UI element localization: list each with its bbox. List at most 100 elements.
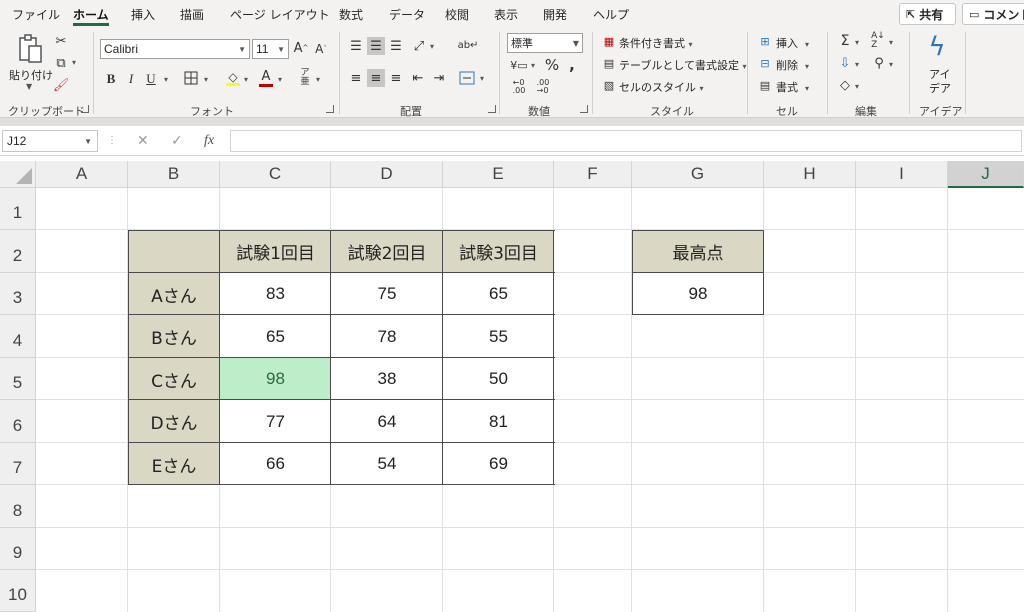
table-corner-cell[interactable] <box>128 230 220 273</box>
fill-color-dropdown-icon[interactable]: ▾ <box>244 75 248 84</box>
max-score-header[interactable]: 最高点 <box>632 230 764 273</box>
merge-center-icon[interactable] <box>458 69 476 87</box>
find-select-icon[interactable]: ⚲ <box>871 55 887 71</box>
find-dropdown-icon[interactable]: ▾ <box>889 60 893 69</box>
table-header-cell[interactable]: 試験1回目 <box>220 230 331 273</box>
table-header-cell[interactable]: 試験2回目 <box>331 230 443 273</box>
max-score-value[interactable]: 98 <box>632 273 764 315</box>
table-cell[interactable]: 65 <box>220 315 331 358</box>
formula-input[interactable] <box>230 130 1022 152</box>
table-header-cell[interactable]: 試験3回目 <box>443 230 554 273</box>
highlighted-max-cell[interactable]: 98 <box>220 358 331 400</box>
clear-icon[interactable]: ◇ <box>837 77 853 93</box>
ideas-lightning-icon[interactable]: ϟ <box>924 32 950 62</box>
merge-dropdown-icon[interactable]: ▾ <box>480 74 484 83</box>
font-grow-icon[interactable]: A ^ <box>293 39 309 57</box>
format-cells-button[interactable]: 書式 ▾ <box>776 79 809 95</box>
tab-home[interactable]: ホーム <box>73 6 109 26</box>
alignment-launcher-icon[interactable] <box>488 105 496 113</box>
paste-icon[interactable] <box>14 34 46 64</box>
increase-indent-icon[interactable]: ⇥ <box>430 69 448 87</box>
table-cell[interactable]: 78 <box>331 315 443 358</box>
table-cell[interactable]: 38 <box>331 358 443 400</box>
table-cell[interactable]: 75 <box>331 273 443 315</box>
table-row-label[interactable]: Dさん <box>128 400 220 443</box>
column-header-i[interactable]: I <box>856 161 948 188</box>
align-middle-icon[interactable]: ☰ <box>367 37 385 55</box>
font-size-select[interactable]: 11 ▼ <box>252 39 289 59</box>
insert-cells-icon[interactable]: ⊞ <box>757 33 773 49</box>
comment-button[interactable]: ▭ コメント <box>962 3 1024 25</box>
enter-icon[interactable]: ✓ <box>171 133 183 149</box>
paste-label[interactable]: 貼り付け <box>9 67 53 83</box>
paste-dropdown-icon[interactable]: ▼ <box>26 82 32 91</box>
tab-developer[interactable]: 開発 <box>543 6 567 23</box>
tab-help[interactable]: ヘルプ <box>593 6 629 23</box>
format-cells-icon[interactable]: ▤ <box>757 77 773 93</box>
sort-filter-icon[interactable]: A↓ Z <box>869 32 887 50</box>
column-header-h[interactable]: H <box>764 161 856 188</box>
row-header-5[interactable]: 5 <box>0 358 36 400</box>
fill-dropdown-icon[interactable]: ▾ <box>855 60 859 69</box>
tab-formulas[interactable]: 数式 <box>339 6 363 23</box>
underline-icon[interactable]: U <box>144 70 158 86</box>
tab-draw[interactable]: 描画 <box>180 6 204 23</box>
autosum-dropdown-icon[interactable]: ▾ <box>855 38 859 47</box>
currency-icon[interactable]: ¥▭ <box>509 56 529 74</box>
copy-icon[interactable]: ⧉ <box>52 55 70 71</box>
delete-cells-icon[interactable]: ⊟ <box>757 55 773 71</box>
decrease-indent-icon[interactable]: ⇤ <box>409 69 427 87</box>
spreadsheet-grid[interactable]: A B C D E F G H I J 1 2 3 4 5 6 7 8 9 10… <box>0 161 1024 612</box>
tab-view[interactable]: 表示 <box>494 6 518 23</box>
row-header-7[interactable]: 7 <box>0 443 36 485</box>
tab-review[interactable]: 校閲 <box>445 6 469 23</box>
percent-icon[interactable]: % <box>543 56 561 74</box>
tab-insert[interactable]: 挿入 <box>131 6 155 23</box>
column-header-d[interactable]: D <box>331 161 443 188</box>
cancel-icon[interactable]: ✕ <box>137 133 149 149</box>
conditional-format-button[interactable]: 条件付き書式 ▾ <box>619 35 693 51</box>
fill-color-icon[interactable]: ◇ <box>224 68 242 88</box>
table-row-label[interactable]: Aさん <box>128 273 220 315</box>
insert-function-icon[interactable]: fx <box>204 133 214 149</box>
number-format-select[interactable]: 標準 ▼ <box>507 33 583 53</box>
cut-icon[interactable]: ✂ <box>54 34 68 48</box>
table-cell[interactable]: 50 <box>443 358 554 400</box>
align-right-icon[interactable]: ≡ <box>387 69 405 87</box>
table-cell[interactable]: 83 <box>220 273 331 315</box>
table-row-label[interactable]: Bさん <box>128 315 220 358</box>
insert-cells-button[interactable]: 挿入 ▾ <box>776 35 809 51</box>
wrap-text-icon[interactable]: ab↵ <box>458 37 479 55</box>
row-header-3[interactable]: 3 <box>0 273 36 315</box>
phonetic-dropdown-icon[interactable]: ▾ <box>316 75 320 84</box>
tab-page-layout[interactable]: ページ レイアウト <box>230 6 330 23</box>
column-header-j[interactable]: J <box>948 161 1024 188</box>
orientation-icon[interactable]: ⤢ <box>410 37 428 55</box>
column-header-b[interactable]: B <box>128 161 220 188</box>
table-cell[interactable]: 81 <box>443 400 554 443</box>
font-launcher-icon[interactable] <box>326 105 334 113</box>
copy-dropdown-icon[interactable]: ▾ <box>72 58 76 67</box>
format-as-table-button[interactable]: テーブルとして書式設定 ▾ <box>619 57 747 73</box>
italic-icon[interactable]: I <box>124 70 138 86</box>
table-cell[interactable]: 69 <box>443 443 554 485</box>
clear-dropdown-icon[interactable]: ▾ <box>855 82 859 91</box>
orientation-dropdown-icon[interactable]: ▾ <box>430 42 434 51</box>
align-left-icon[interactable]: ≡ <box>347 69 365 87</box>
autosum-icon[interactable]: Σ <box>837 33 853 49</box>
comma-style-icon[interactable]: , <box>565 56 579 74</box>
format-painter-icon[interactable]: 🖌 <box>52 77 70 93</box>
table-row-label[interactable]: Eさん <box>128 443 220 485</box>
decrease-decimal-icon[interactable]: .00 →0 <box>533 78 553 96</box>
share-button[interactable]: ⇱ 共有 <box>899 3 956 25</box>
row-header-8[interactable]: 8 <box>0 485 36 528</box>
font-color-icon[interactable]: A <box>258 68 274 88</box>
column-header-g[interactable]: G <box>632 161 764 188</box>
column-header-c[interactable]: C <box>220 161 331 188</box>
bold-icon[interactable]: B <box>104 70 118 86</box>
phonetic-icon[interactable]: ア亜 <box>296 68 314 88</box>
tab-data[interactable]: データ <box>389 6 425 23</box>
row-header-2[interactable]: 2 <box>0 230 36 273</box>
format-as-table-icon[interactable]: ▤ <box>601 55 617 71</box>
align-center-icon[interactable]: ≡ <box>367 69 385 87</box>
